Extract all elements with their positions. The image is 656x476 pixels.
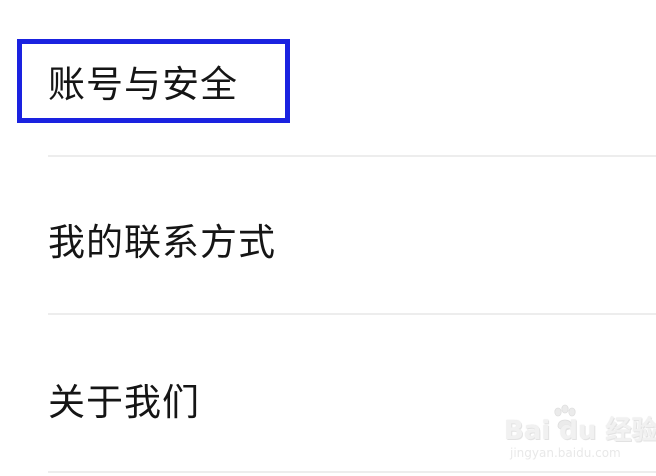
- watermark-text: Bai du 经验: [504, 416, 656, 446]
- menu-item-contact-info[interactable]: 我的联系方式: [0, 156, 656, 314]
- divider: [48, 471, 656, 473]
- menu-item-account-security[interactable]: 账号与安全: [0, 0, 656, 156]
- baidu-jingyan-watermark: Bai du 经验 jingyan.baidu.com: [496, 402, 656, 468]
- menu-item-label: 账号与安全: [48, 63, 238, 106]
- watermark-url: jingyan.baidu.com: [510, 446, 621, 460]
- menu-item-label: 我的联系方式: [48, 221, 276, 264]
- menu-item-label: 关于我们: [48, 381, 200, 424]
